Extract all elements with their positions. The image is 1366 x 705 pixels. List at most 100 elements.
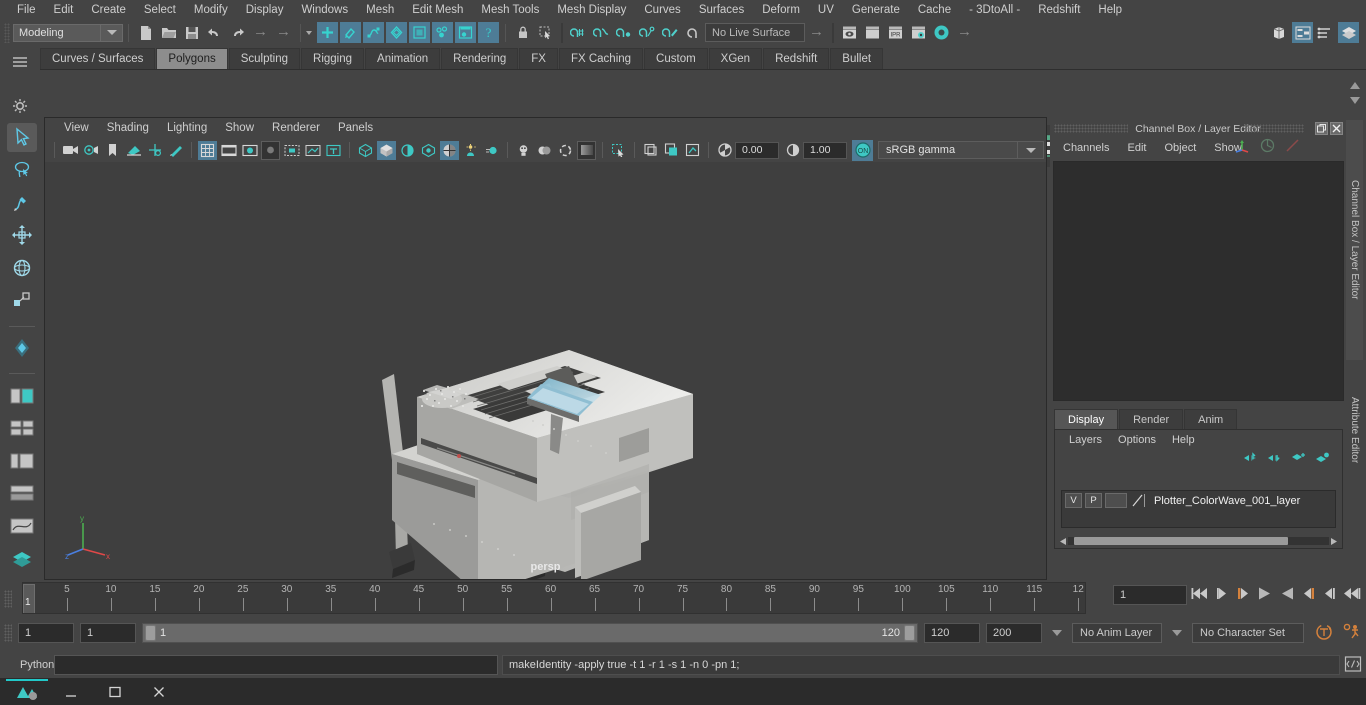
viewport-menu-show[interactable]: Show [216, 122, 263, 134]
rotate-tool-icon[interactable] [7, 254, 37, 283]
shadows-icon[interactable] [440, 140, 459, 160]
viewport-menu-renderer[interactable]: Renderer [263, 122, 329, 134]
menu-redshift[interactable]: Redshift [1029, 0, 1089, 20]
show-hide-modeling-toolkit-icon[interactable] [1269, 22, 1290, 43]
render-layers-icon[interactable] [455, 22, 476, 43]
move-layer-down-icon[interactable] [1267, 452, 1282, 467]
isolate-select-icon[interactable] [609, 141, 628, 160]
xray-active-components-icon[interactable] [556, 141, 575, 160]
minimize-icon[interactable] [50, 679, 92, 705]
move-tool-icon[interactable] [7, 221, 37, 250]
script-editor-icon[interactable] [1344, 655, 1362, 676]
layer-row[interactable]: V P Plotter_ColorWave_001_layer [1062, 491, 1335, 510]
shelf-tab-redshift[interactable]: Redshift [763, 48, 830, 69]
anim-end-time-field[interactable]: 200 [986, 623, 1042, 643]
viewport-menu-view[interactable]: View [55, 122, 98, 134]
viewport-menu-panels[interactable]: Panels [329, 122, 382, 134]
shelf-tab-animation[interactable]: Animation [365, 48, 441, 69]
timeline-grip[interactable] [4, 590, 12, 608]
hypershade-icon[interactable] [931, 22, 952, 43]
anim-start-time-field[interactable]: 1 [18, 623, 74, 643]
panel-grip-right[interactable] [1244, 124, 1304, 133]
layer-name-label[interactable]: Plotter_ColorWave_001_layer [1149, 495, 1300, 507]
selection-mask-expand-icon[interactable] [306, 30, 312, 35]
viewport-menu-shading[interactable]: Shading [98, 122, 158, 134]
select-by-hierarchy-root-icon[interactable] [386, 22, 407, 43]
step-back-keyframe-icon[interactable] [1214, 585, 1230, 605]
shaded-wireframe-icon[interactable] [398, 141, 417, 160]
lasso-select-tool-icon[interactable] [7, 156, 37, 185]
side-tab-attribute-editor[interactable]: Attribute Editor [1346, 360, 1363, 500]
command-input-field[interactable] [54, 655, 498, 675]
exposure-value-field[interactable]: 0.00 [735, 141, 779, 159]
tool-settings-icon[interactable] [1315, 22, 1336, 43]
current-frame-field[interactable]: 1 [1113, 585, 1187, 605]
maya-app-icon[interactable] [6, 678, 48, 705]
playback-start-time-field[interactable]: 1 [80, 623, 136, 643]
xray-joints-icon[interactable] [535, 141, 554, 160]
menu-file[interactable]: File [8, 0, 45, 20]
xray-icon[interactable] [514, 141, 533, 160]
auto-key-icon[interactable] [1314, 622, 1334, 645]
display-layer-list[interactable]: V P Plotter_ColorWave_001_layer [1061, 490, 1336, 528]
shelf-tab-curves-surfaces[interactable]: Curves / Surfaces [40, 48, 156, 69]
camera-attributes-icon[interactable] [82, 141, 101, 160]
range-grip[interactable] [4, 624, 12, 642]
live-surface-field[interactable]: No Live Surface [705, 23, 805, 42]
undo-icon[interactable] [204, 22, 225, 43]
color-space-dropdown-arrow[interactable] [1018, 141, 1044, 159]
shelf-tab-rendering[interactable]: Rendering [441, 48, 519, 69]
menu-help[interactable]: Help [1089, 0, 1131, 20]
menu-surfaces[interactable]: Surfaces [690, 0, 753, 20]
menu-create[interactable]: Create [82, 0, 135, 20]
resolution-gate-icon[interactable] [240, 141, 259, 160]
object-highlight-icon[interactable] [683, 141, 702, 160]
menu-edit-mesh[interactable]: Edit Mesh [403, 0, 472, 20]
menu-mesh-display[interactable]: Mesh Display [548, 0, 635, 20]
viewport-gradient-icon[interactable] [577, 140, 596, 160]
step-back-frame-icon[interactable] [1234, 585, 1251, 605]
transform-channels-icon[interactable] [1234, 137, 1251, 157]
ipr-render-icon[interactable]: IPR [885, 22, 906, 43]
menu-windows[interactable]: Windows [292, 0, 357, 20]
open-scene-icon[interactable] [158, 22, 179, 43]
snap-to-view-plane-icon[interactable] [660, 22, 681, 43]
select-by-hierarchy-icon[interactable] [317, 22, 338, 43]
four-view-layout-icon[interactable] [7, 414, 37, 443]
gate-mask-icon[interactable] [261, 140, 280, 160]
layer-color-swatch[interactable] [1130, 493, 1146, 508]
anim-layer-dropdown-arrow[interactable] [1052, 630, 1062, 636]
play-backwards-icon[interactable] [1255, 585, 1274, 605]
step-forward-keyframe-icon[interactable] [1322, 585, 1338, 605]
highlight-selection-mode-icon[interactable] [535, 22, 556, 43]
help-select-icon[interactable]: ? [478, 22, 499, 43]
snap-to-point-icon[interactable] [614, 22, 635, 43]
menu-deform[interactable]: Deform [753, 0, 809, 20]
menu-mesh[interactable]: Mesh [357, 0, 403, 20]
select-by-object-type-icon[interactable] [340, 22, 361, 43]
move-layer-up-icon[interactable] [1243, 451, 1258, 467]
outliner-persp-layout-icon[interactable] [7, 447, 37, 476]
layers-menu[interactable]: Layers [1061, 434, 1110, 446]
hypershade-persp-layout-icon[interactable] [7, 544, 37, 573]
go-to-start-icon[interactable] [1191, 585, 1210, 605]
maximize-icon[interactable] [94, 679, 136, 705]
gamma-icon[interactable] [783, 141, 802, 160]
menu-modify[interactable]: Modify [185, 0, 237, 20]
output-channels-icon[interactable] [1259, 137, 1276, 157]
new-layer-icon[interactable] [1291, 452, 1306, 467]
character-set-selector[interactable]: No Character Set [1192, 623, 1304, 643]
single-perspective-layout-icon[interactable] [7, 381, 37, 410]
color-management-toggle-icon[interactable]: ON [852, 139, 873, 161]
layer-visibility-toggle[interactable]: V [1065, 493, 1082, 508]
close-icon[interactable] [138, 679, 180, 705]
object-menu[interactable]: Object [1155, 142, 1205, 154]
hypergraph-persp-layout-icon[interactable] [7, 479, 37, 508]
menu-mesh-tools[interactable]: Mesh Tools [472, 0, 548, 20]
select-tool-icon[interactable] [7, 123, 37, 152]
help-menu[interactable]: Help [1164, 434, 1203, 446]
display-textures-icon[interactable] [641, 141, 660, 160]
color-space-selector[interactable]: sRGB gamma [878, 141, 1018, 159]
shelf-scroll-arrows[interactable] [1348, 80, 1362, 109]
safe-action-icon[interactable] [303, 141, 322, 160]
